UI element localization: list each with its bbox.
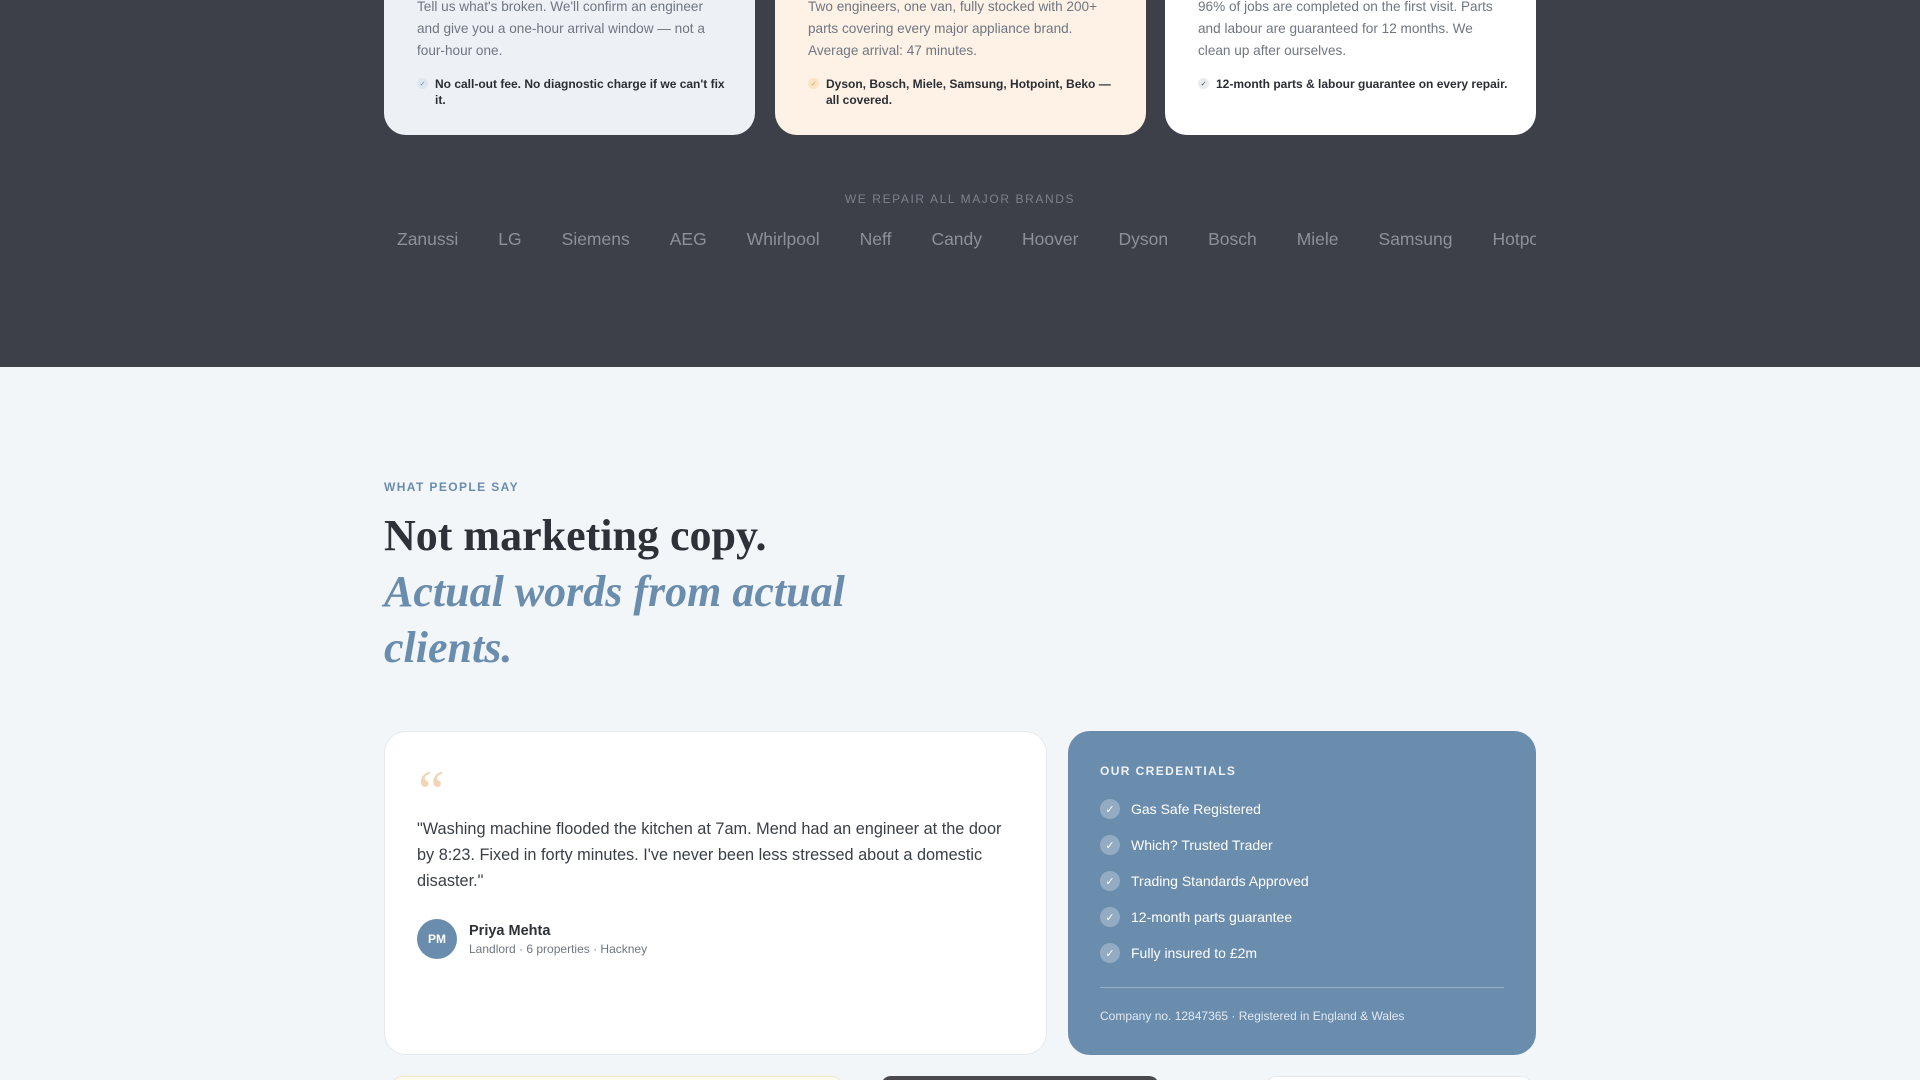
check-icon: ✓: [1100, 871, 1120, 891]
brand-name: Bosch: [1208, 229, 1257, 249]
testimonial-author-name: Priya Mehta: [469, 923, 551, 939]
feature-card-check-text: Dyson, Bosch, Miele, Samsung, Hotpoint, …: [826, 77, 1111, 107]
section-headline: Not marketing copy.: [384, 511, 767, 560]
credential-item: ✓ Fully insured to £2m: [1100, 943, 1309, 963]
credential-item: ✓ Gas Safe Registered: [1100, 799, 1309, 819]
credential-label: Trading Standards Approved: [1131, 873, 1309, 889]
check-icon: ✓: [1198, 78, 1209, 89]
credential-item: ✓ 12-month parts guarantee: [1100, 907, 1309, 927]
testimonial-quote: "Washing machine flooded the kitchen at …: [417, 820, 1002, 890]
brands-row: Zanussi LG Siemens AEG Whirlpool Neff Ca…: [384, 229, 1536, 253]
feature-card-text: Tell us what's broken. We'll confirm an …: [417, 0, 705, 58]
testimonial-card-next: [392, 1076, 842, 1080]
feature-card-check: ✓ Dyson, Bosch, Miele, Samsung, Hotpoint…: [808, 76, 1120, 108]
feature-card-check: ✓ No call-out fee. No diagnostic charge …: [417, 76, 729, 108]
brand-name: Dyson: [1118, 229, 1169, 249]
credential-label: Which? Trusted Trader: [1131, 837, 1273, 853]
feature-card-text: 96% of jobs are completed on the first v…: [1198, 0, 1493, 58]
feature-card-check: ✓ 12-month parts & labour guarantee on e…: [1198, 76, 1510, 92]
brand-name: Whirlpool: [746, 229, 820, 249]
feature-card-text: Two engineers, one van, fully stocked wi…: [808, 0, 1098, 58]
feature-card-check-text: No call-out fee. No diagnostic charge if…: [435, 77, 725, 107]
credential-label: Gas Safe Registered: [1131, 801, 1261, 817]
photo-card-next: [881, 1076, 1159, 1080]
check-icon: ✓: [1100, 907, 1120, 927]
check-icon: ✓: [1100, 799, 1120, 819]
feature-card-check-text: 12-month parts & labour guarantee on eve…: [1216, 77, 1508, 91]
brand-name: Miele: [1296, 229, 1339, 249]
brands-heading: WE REPAIR ALL MAJOR BRANDS: [844, 192, 1076, 206]
brand-name: Zanussi: [397, 229, 459, 249]
check-icon: ✓: [1100, 835, 1120, 855]
section-eyebrow: WHAT PEOPLE SAY: [384, 480, 520, 494]
credentials-card: OUR CREDENTIALS ✓ Gas Safe Registered ✓ …: [1068, 731, 1536, 1055]
feature-card-guarantee: 96% of jobs are completed on the first v…: [1165, 0, 1536, 135]
info-card-next: [1266, 1076, 1532, 1080]
check-icon: ✓: [808, 78, 819, 89]
testimonial-card: “ "Washing machine flooded the kitchen a…: [384, 731, 1047, 1055]
section-headline-italic: Actual words from actual clients.: [384, 567, 845, 672]
brand-name: Hotpoint: [1492, 229, 1536, 249]
brand-name: Siemens: [561, 229, 630, 249]
testimonial-author-meta: Landlord · 6 properties · Hackney: [469, 942, 648, 956]
company-registration: Company no. 12847365 · Registered in Eng…: [1100, 1009, 1405, 1023]
feature-card-arrival: Two engineers, one van, fully stocked wi…: [775, 0, 1146, 135]
quote-icon: “: [418, 759, 445, 825]
features-section: Tell us what's broken. We'll confirm an …: [0, 0, 1920, 367]
credentials-list: ✓ Gas Safe Registered ✓ Which? Trusted T…: [1100, 799, 1309, 979]
credential-item: ✓ Which? Trusted Trader: [1100, 835, 1309, 855]
brand-name: Neff: [859, 229, 892, 249]
brand-name: Hoover: [1022, 229, 1079, 249]
credential-label: Fully insured to £2m: [1131, 945, 1258, 961]
check-icon: ✓: [1100, 943, 1120, 963]
brand-name: LG: [498, 229, 522, 249]
check-icon: ✓: [417, 78, 428, 89]
brand-name: Candy: [931, 229, 983, 249]
brand-name: Samsung: [1378, 229, 1453, 249]
avatar: PM: [417, 919, 457, 959]
credentials-title: OUR CREDENTIALS: [1100, 764, 1237, 778]
credential-label: 12-month parts guarantee: [1131, 909, 1293, 925]
credential-item: ✓ Trading Standards Approved: [1100, 871, 1309, 891]
feature-card-booking: Tell us what's broken. We'll confirm an …: [384, 0, 755, 135]
divider: [1100, 987, 1504, 988]
brand-name: AEG: [669, 229, 707, 249]
